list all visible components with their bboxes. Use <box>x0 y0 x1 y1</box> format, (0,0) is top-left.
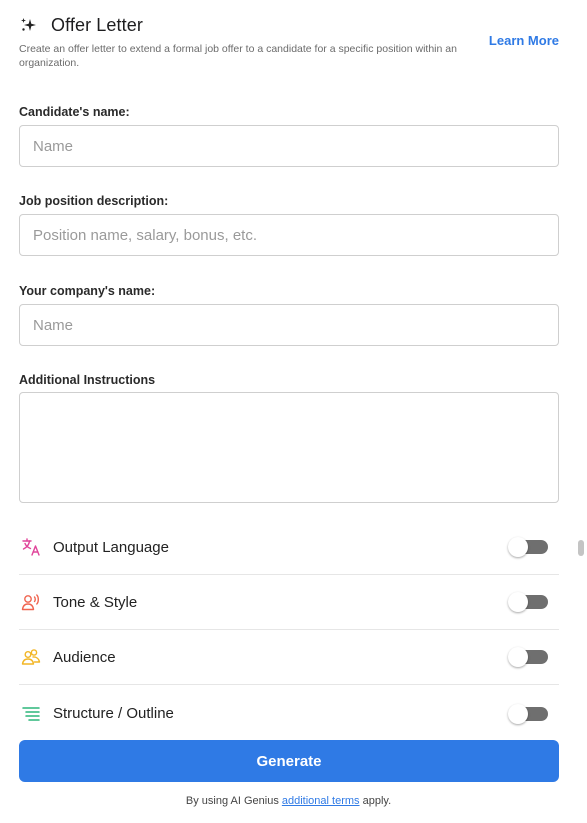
header: Offer Letter Create an offer letter to e… <box>19 12 567 70</box>
footer-terms: By using AI Genius additional terms appl… <box>0 795 577 807</box>
option-tone-style[interactable]: Tone & Style <box>19 575 559 630</box>
page-subtitle: Create an offer letter to extend a forma… <box>19 43 457 69</box>
structure-outline-toggle[interactable] <box>508 703 548 724</box>
company-name-label: Your company's name: <box>19 284 156 298</box>
title-row: Offer Letter <box>19 12 567 38</box>
outline-icon <box>21 704 41 724</box>
learn-more-link[interactable]: Learn More <box>489 33 559 48</box>
candidate-name-input[interactable] <box>19 125 559 167</box>
footer-prefix: By using AI Genius <box>185 795 282 807</box>
output-language-label: Output Language <box>53 538 169 556</box>
tone-style-label: Tone & Style <box>53 593 138 611</box>
audience-label: Audience <box>53 648 116 666</box>
additional-instructions-textarea[interactable] <box>19 392 559 503</box>
job-position-input[interactable] <box>19 214 559 256</box>
generate-button[interactable]: Generate <box>19 740 559 782</box>
page-title: Offer Letter <box>51 14 143 35</box>
option-output-language[interactable]: Output Language <box>19 520 559 575</box>
option-structure-outline[interactable]: Structure / Outline <box>19 686 559 741</box>
footer-suffix: apply. <box>359 795 392 807</box>
scrollbar-thumb[interactable] <box>578 540 584 556</box>
company-name-input[interactable] <box>19 304 559 346</box>
additional-terms-link[interactable]: additional terms <box>282 795 360 807</box>
sparkle-icon <box>19 15 39 35</box>
output-language-toggle[interactable] <box>508 537 548 557</box>
structure-outline-label: Structure / Outline <box>53 705 174 722</box>
tone-style-toggle[interactable] <box>508 592 548 612</box>
candidate-name-label: Candidate's name: <box>19 105 130 119</box>
people-icon <box>21 647 41 667</box>
job-position-label: Job position description: <box>19 194 169 208</box>
additional-instructions-label: Additional Instructions <box>19 373 156 387</box>
translate-icon <box>21 537 41 557</box>
voice-icon <box>21 592 41 612</box>
audience-toggle[interactable] <box>508 647 548 667</box>
option-audience[interactable]: Audience <box>19 630 559 685</box>
